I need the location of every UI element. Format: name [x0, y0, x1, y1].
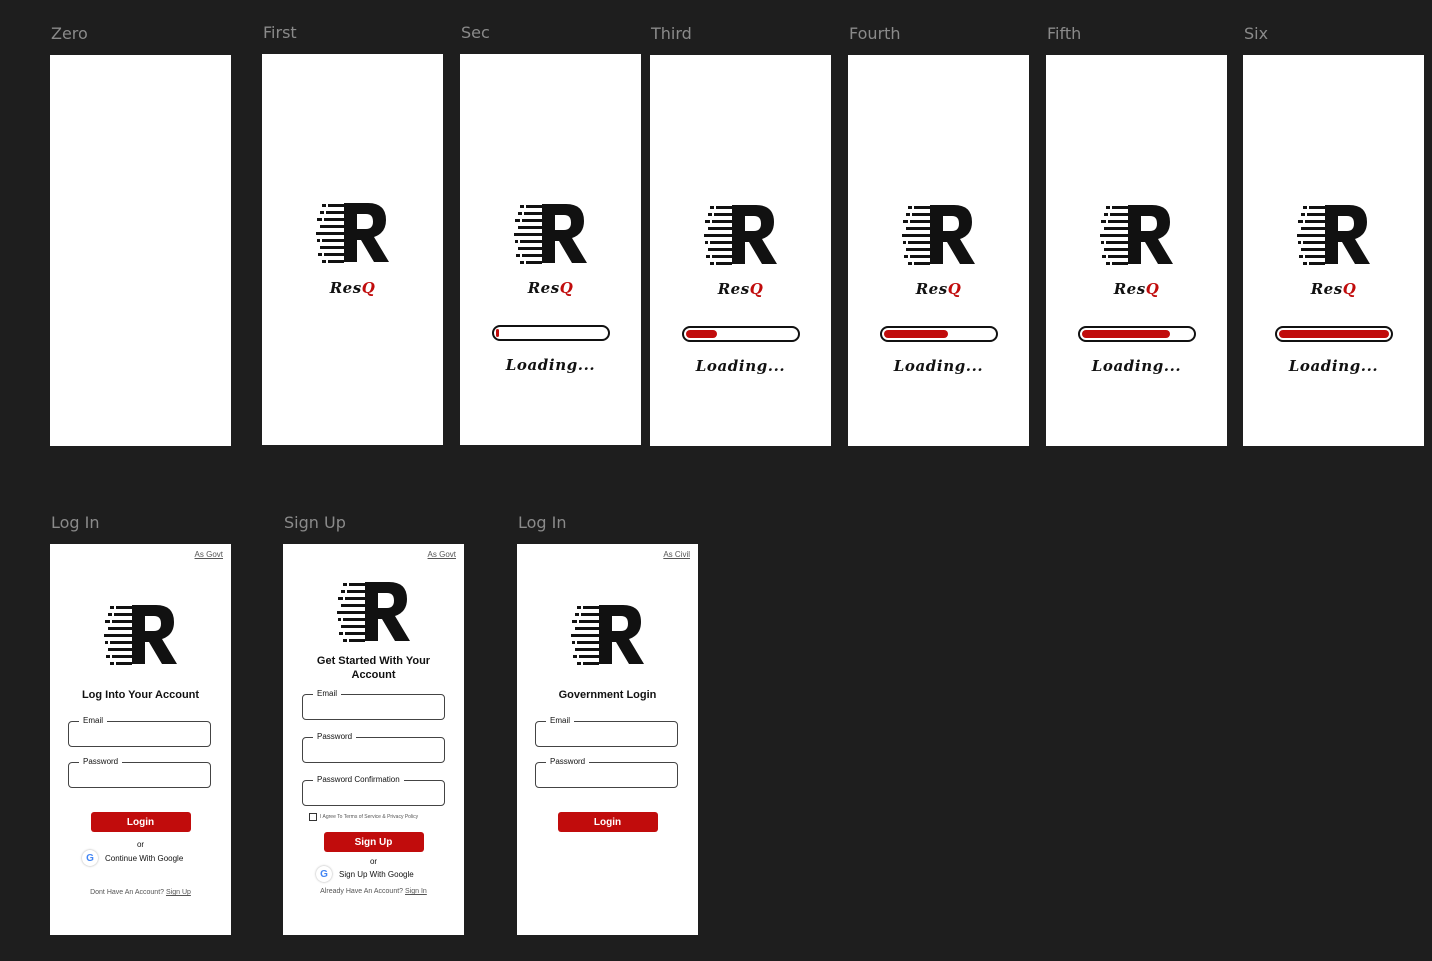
progress-fill	[495, 329, 499, 337]
resq-logo-icon	[103, 605, 177, 665]
progress-fill	[685, 330, 717, 338]
email-label: Email	[79, 715, 108, 726]
signup-prompt: Dont Have An Account? Sign Up	[50, 889, 231, 896]
email-field[interactable]: Email	[68, 715, 211, 747]
signup-heading-line1: Get Started With Your	[316, 655, 431, 667]
progress-fill	[883, 330, 948, 338]
sign-in-link[interactable]: Sign In	[405, 888, 427, 895]
frame-label-first: First	[263, 23, 297, 42]
loading-text: Loading...	[1288, 357, 1379, 375]
resq-wordmark: ResQ	[1113, 280, 1160, 298]
gov-login-heading: Government Login	[558, 689, 657, 701]
loading-text: Loading...	[1091, 357, 1182, 375]
frame-label-sec: Sec	[461, 23, 490, 42]
signup-prompt-text: Dont Have An Account?	[90, 889, 165, 896]
password-confirmation-field[interactable]: Password Confirmation	[302, 774, 445, 806]
resq-wordmark: ResQ	[915, 280, 962, 298]
password-field[interactable]: Password	[302, 731, 445, 763]
password-field[interactable]: Password	[535, 756, 678, 788]
email-input[interactable]	[542, 726, 671, 742]
progress-fill	[1278, 330, 1389, 338]
login-button[interactable]: Login	[90, 812, 191, 832]
resq-wordmark: ResQ	[329, 279, 376, 297]
email-input[interactable]	[75, 726, 204, 742]
resq-logo-icon	[1296, 205, 1370, 265]
or-divider: or	[369, 857, 378, 866]
progress-bar	[1077, 326, 1196, 342]
progress-bar	[491, 325, 610, 341]
gov-login-screen: As Civil Government Login Email Password…	[517, 544, 698, 935]
as-govt-link[interactable]: As Govt	[428, 550, 456, 559]
frame-sec: ResQ Loading...	[460, 54, 641, 445]
progress-bar	[681, 326, 800, 342]
password-confirmation-label: Password Confirmation	[313, 774, 404, 785]
resq-logo-icon	[901, 205, 975, 265]
frame-label-gov-login: Log In	[518, 513, 567, 532]
progress-fill	[1081, 330, 1170, 338]
signup-screen: As Govt Get Started With Your Account Em…	[283, 544, 464, 935]
frame-fifth: ResQ Loading...	[1046, 55, 1227, 446]
sign-up-button[interactable]: Sign Up	[323, 832, 424, 852]
password-confirmation-input[interactable]	[309, 785, 438, 801]
password-field[interactable]: Password	[68, 756, 211, 788]
resq-wordmark: ResQ	[1310, 280, 1357, 298]
google-icon: G	[316, 866, 332, 882]
login-heading: Log Into Your Account	[81, 689, 200, 701]
password-input[interactable]	[75, 767, 204, 783]
frame-six: ResQ Loading...	[1243, 55, 1424, 446]
resq-logo-icon	[570, 605, 644, 665]
terms-agreement: I Agree To Terms of Service & Privacy Po…	[309, 813, 418, 821]
login-screen: As Govt Log Into Your Account Email Pass…	[50, 544, 231, 935]
sign-up-with-google-button[interactable]: G Sign Up With Google	[316, 866, 414, 882]
signup-heading: Get Started With Your Account	[283, 654, 464, 682]
email-field[interactable]: Email	[535, 715, 678, 747]
email-input[interactable]	[309, 699, 438, 715]
resq-logo-icon	[703, 205, 777, 265]
resq-logo-icon	[336, 582, 410, 642]
frame-label-zero: Zero	[51, 24, 88, 43]
frame-zero	[50, 55, 231, 446]
sign-up-link[interactable]: Sign Up	[166, 889, 191, 896]
progress-bar	[879, 326, 998, 342]
loading-text: Loading...	[505, 356, 596, 374]
terms-text: I Agree To Terms of Service & Privacy Po…	[320, 814, 419, 820]
email-label: Email	[313, 688, 342, 699]
progress-bar	[1274, 326, 1393, 342]
frame-label-fifth: Fifth	[1047, 24, 1082, 43]
password-label: Password	[79, 756, 123, 767]
frame-fourth: ResQ Loading...	[848, 55, 1029, 446]
email-field[interactable]: Email	[302, 688, 445, 720]
google-icon: G	[82, 850, 98, 866]
login-button[interactable]: Login	[557, 812, 658, 832]
email-label: Email	[546, 715, 575, 726]
password-label: Password	[546, 756, 590, 767]
resq-wordmark: ResQ	[527, 279, 574, 297]
google-label: Continue With Google	[105, 853, 184, 863]
password-label: Password	[313, 731, 357, 742]
frame-third: ResQ Loading...	[650, 55, 831, 446]
or-divider: or	[136, 840, 145, 849]
frame-label-login: Log In	[51, 513, 100, 532]
as-govt-link[interactable]: As Govt	[195, 550, 223, 559]
continue-with-google-button[interactable]: G Continue With Google	[82, 850, 183, 866]
frame-label-third: Third	[651, 24, 692, 43]
frame-label-six: Six	[1244, 24, 1269, 43]
terms-checkbox[interactable]	[309, 813, 317, 821]
frame-first: ResQ	[262, 54, 443, 445]
google-label: Sign Up With Google	[339, 869, 414, 879]
loading-text: Loading...	[893, 357, 984, 375]
loading-text: Loading...	[695, 357, 786, 375]
password-input[interactable]	[542, 767, 671, 783]
password-input[interactable]	[309, 742, 438, 758]
signin-prompt: Already Have An Account? Sign In	[283, 888, 464, 895]
signin-prompt-text: Already Have An Account?	[320, 888, 404, 895]
signup-heading-line2: Account	[351, 669, 396, 681]
resq-logo-icon	[1099, 205, 1173, 265]
resq-wordmark: ResQ	[717, 280, 764, 298]
as-civil-link[interactable]: As Civil	[663, 550, 690, 559]
frame-label-signup: Sign Up	[284, 513, 346, 532]
resq-logo-icon	[513, 204, 587, 264]
frame-label-fourth: Fourth	[849, 24, 901, 43]
resq-logo-icon	[315, 203, 389, 263]
